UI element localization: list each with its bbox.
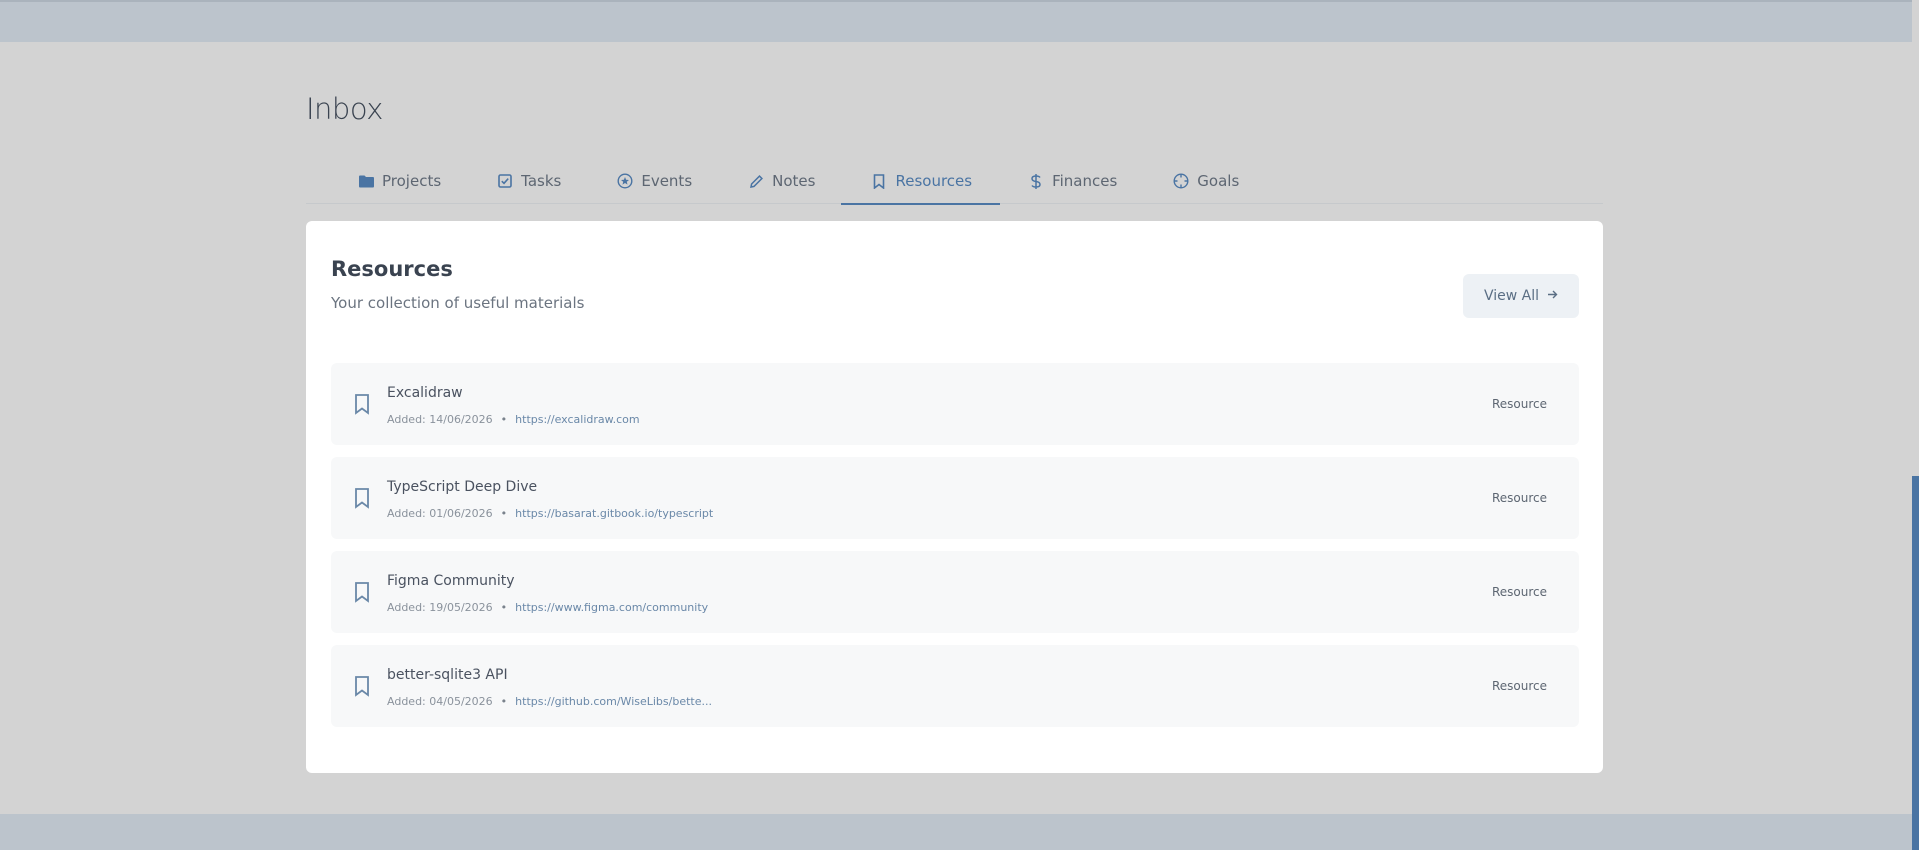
scrollbar-thumb[interactable] xyxy=(1912,476,1919,850)
separator-dot: • xyxy=(500,695,508,708)
separator-dot: • xyxy=(500,413,508,426)
resource-name: Figma Community xyxy=(387,573,515,589)
bookmark-icon xyxy=(871,173,887,189)
resource-tag: Resource xyxy=(1491,397,1547,411)
view-all-label: View All xyxy=(1483,288,1540,304)
panel-subtitle: Your collection of useful materials xyxy=(331,294,585,312)
resource-url[interactable]: https://basarat.gitbook.io/typescript xyxy=(515,507,713,520)
tab-tasks[interactable]: Tasks xyxy=(497,158,589,204)
list-item[interactable]: TypeScript Deep Dive Added: 01/06/2026 •… xyxy=(331,457,1579,539)
tab-events[interactable]: Events xyxy=(617,158,720,204)
resource-url[interactable]: https://github.com/WiseLibs/bette... xyxy=(515,695,712,708)
tab-label: Resources xyxy=(895,172,973,190)
resource-name: TypeScript Deep Dive xyxy=(387,479,538,495)
view-all-button[interactable]: View All xyxy=(1463,274,1579,318)
resource-meta: Added: 04/05/2026 • https://github.com/W… xyxy=(387,695,712,708)
target-icon xyxy=(1173,173,1189,189)
page-title: Inbox xyxy=(306,92,383,126)
folder-icon xyxy=(358,173,374,189)
tab-goals[interactable]: Goals xyxy=(1173,158,1267,204)
top-bar xyxy=(0,0,1912,42)
bottom-bar xyxy=(0,814,1912,850)
separator-dot: • xyxy=(500,507,508,520)
resources-panel: Resources Your collection of useful mate… xyxy=(306,221,1603,773)
resource-url[interactable]: https://www.figma.com/community xyxy=(515,601,708,614)
separator-dot: • xyxy=(500,601,508,614)
tab-label: Goals xyxy=(1197,172,1240,190)
resource-url[interactable]: https://excalidraw.com xyxy=(515,413,639,426)
tab-label: Notes xyxy=(772,172,816,190)
resource-tag: Resource xyxy=(1491,585,1547,599)
resource-meta: Added: 14/06/2026 • https://excalidraw.c… xyxy=(387,413,640,426)
resource-meta: Added: 01/06/2026 • https://basarat.gitb… xyxy=(387,507,713,520)
dollar-icon xyxy=(1028,173,1044,189)
resource-added: Added: 01/06/2026 xyxy=(387,507,493,520)
resource-tag: Resource xyxy=(1491,491,1547,505)
tab-resources[interactable]: Resources xyxy=(841,158,1000,205)
list-item[interactable]: Figma Community Added: 19/05/2026 • http… xyxy=(331,551,1579,633)
arrow-right-icon xyxy=(1547,288,1558,304)
tab-label: Events xyxy=(641,172,693,190)
pencil-icon xyxy=(748,173,764,189)
resource-added: Added: 04/05/2026 xyxy=(387,695,493,708)
tab-projects[interactable]: Projects xyxy=(358,158,469,204)
resource-list: Excalidraw Added: 14/06/2026 • https://e… xyxy=(331,363,1579,739)
bookmark-icon xyxy=(353,487,371,509)
resource-meta: Added: 19/05/2026 • https://www.figma.co… xyxy=(387,601,708,614)
tab-label: Projects xyxy=(382,172,442,190)
bookmark-icon xyxy=(353,393,371,415)
bookmark-icon xyxy=(353,581,371,603)
star-circle-icon xyxy=(617,173,633,189)
panel-title: Resources xyxy=(331,257,453,281)
resource-name: better-sqlite3 API xyxy=(387,667,508,683)
list-item[interactable]: Excalidraw Added: 14/06/2026 • https://e… xyxy=(331,363,1579,445)
checkbox-icon xyxy=(497,173,513,189)
tab-notes[interactable]: Notes xyxy=(748,158,843,204)
bookmark-icon xyxy=(353,675,371,697)
tab-finances[interactable]: Finances xyxy=(1028,158,1145,204)
tab-bar: Projects Tasks Events Notes Resources Fi… xyxy=(306,158,1603,205)
tab-label: Finances xyxy=(1052,172,1118,190)
list-item[interactable]: better-sqlite3 API Added: 04/05/2026 • h… xyxy=(331,645,1579,727)
resource-added: Added: 19/05/2026 xyxy=(387,601,493,614)
tab-label: Tasks xyxy=(521,172,562,190)
resource-added: Added: 14/06/2026 xyxy=(387,413,493,426)
resource-name: Excalidraw xyxy=(387,385,463,401)
resource-tag: Resource xyxy=(1491,679,1547,693)
